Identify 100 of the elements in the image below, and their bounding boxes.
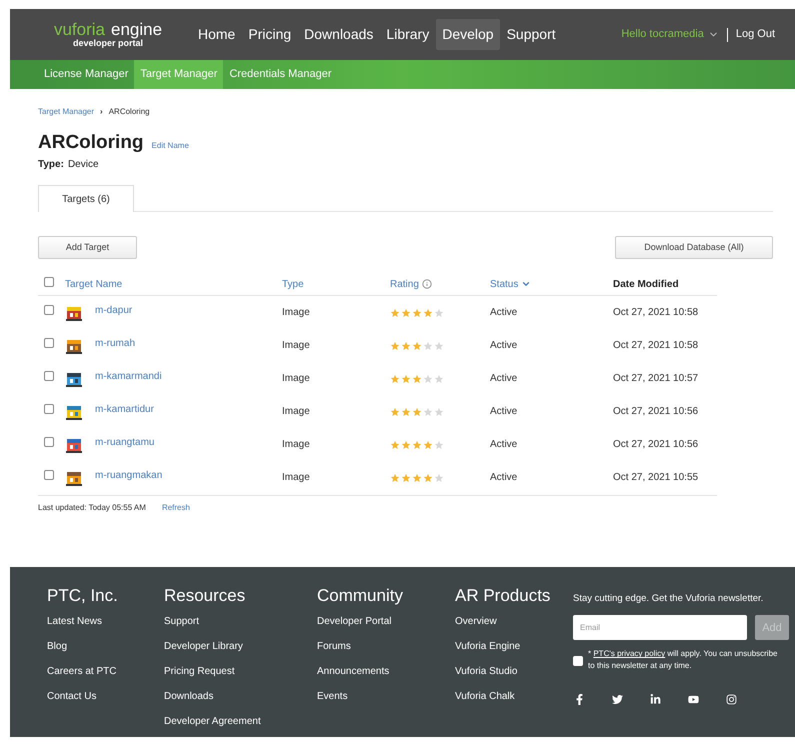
star-icon: [434, 374, 444, 384]
breadcrumb-link[interactable]: Target Manager: [38, 106, 94, 118]
star-icon: [401, 440, 411, 450]
column-header[interactable]: Target Name: [65, 276, 122, 292]
sort-icon[interactable]: [521, 279, 532, 289]
target-name-link[interactable]: m-rumah: [95, 336, 136, 350]
star-icon: [390, 340, 400, 350]
footer-link[interactable]: Vuforia Engine: [455, 639, 573, 655]
checkbox[interactable]: [44, 371, 54, 381]
logo-subtitle: developer portal: [72, 39, 144, 48]
user-menu[interactable]: Hello tocramedia: [621, 26, 704, 43]
newsletter-consent-text: * PTC's privacy policy will apply. You can unsubscribe to this newsletter at any time.: [588, 648, 778, 672]
logo-text: vuforia: [54, 21, 105, 38]
download-database-button[interactable]: Download Database (All): [615, 236, 773, 259]
edit-name-link[interactable]: Edit Name: [152, 140, 189, 152]
star-icon: [390, 308, 400, 318]
type-value: Device: [68, 158, 99, 172]
footer-link[interactable]: Announcements: [317, 664, 455, 680]
target-name-link[interactable]: m-dapur: [95, 302, 132, 318]
footer-link[interactable]: Developer Library: [164, 639, 317, 655]
footer-link[interactable]: Downloads: [164, 689, 317, 705]
footer-link[interactable]: Pricing Request: [164, 664, 317, 680]
star-icon: [401, 374, 411, 384]
footer-link[interactable]: Vuforia Chalk: [455, 689, 573, 705]
star-icon: [434, 308, 444, 318]
table-cell-text: Oct 27, 2021 10:57: [613, 372, 700, 386]
table-cell-text: Active: [490, 372, 518, 386]
nav-link[interactable]: Support: [500, 19, 562, 50]
star-icon: [423, 308, 433, 318]
table-cell-text: Oct 27, 2021 10:56: [613, 405, 700, 419]
star-icon: [423, 406, 433, 416]
linkedin-icon[interactable]: [650, 694, 661, 706]
add-target-button[interactable]: Add Target: [38, 236, 137, 259]
sub-nav-link[interactable]: License Manager: [38, 60, 134, 89]
star-icon: [412, 340, 422, 350]
nav-link[interactable]: Develop: [436, 19, 500, 50]
target-name-link[interactable]: m-ruangmakan: [95, 468, 162, 482]
nav-link[interactable]: Pricing: [242, 19, 298, 50]
checkbox[interactable]: [44, 437, 54, 447]
checkbox[interactable]: [44, 305, 54, 315]
star-icon: [412, 472, 422, 482]
footer-heading: Resources: [164, 586, 246, 606]
table-cell-text: Active: [490, 438, 518, 452]
star-icon: [423, 440, 433, 450]
footer-link[interactable]: Blog: [47, 639, 164, 655]
table-cell-text: Image: [282, 372, 311, 386]
newsletter-heading: Stay cutting edge. Get the Vuforia newsletter.: [573, 592, 764, 606]
facebook-icon[interactable]: [574, 694, 585, 706]
privacy-policy-link[interactable]: PTC's privacy policy: [593, 649, 666, 658]
star-icon: [390, 472, 400, 482]
footer-link[interactable]: Developer Portal: [317, 614, 455, 630]
checkbox[interactable]: [44, 338, 54, 348]
target-name-link[interactable]: m-kamartidur: [95, 402, 154, 416]
star-icon: [401, 472, 411, 482]
nav-link[interactable]: Downloads: [298, 19, 380, 50]
footer-heading: AR Products: [455, 586, 552, 606]
checkbox[interactable]: [44, 276, 54, 286]
checkbox[interactable]: [44, 404, 54, 414]
nav-link[interactable]: Home: [192, 19, 242, 50]
footer-link[interactable]: Support: [164, 614, 317, 630]
star-icon: [434, 340, 444, 350]
footer-heading: PTC, Inc.: [47, 586, 119, 606]
instagram-icon[interactable]: [726, 694, 737, 706]
footer-link[interactable]: Forums: [317, 639, 455, 655]
refresh-link[interactable]: Refresh: [162, 502, 190, 514]
star-icon: [401, 406, 411, 416]
column-header[interactable]: Rating: [390, 276, 419, 292]
star-icon: [412, 440, 422, 450]
column-header[interactable]: Date Modified: [613, 276, 679, 292]
target-name-link[interactable]: m-kamarmandi: [95, 368, 162, 384]
tab[interactable]: Targets (6): [38, 185, 134, 212]
checkbox[interactable]: [44, 470, 54, 480]
star-icon: [401, 340, 411, 350]
youtube-icon[interactable]: [688, 694, 699, 706]
type-label: Type:: [38, 158, 64, 172]
table-cell-text: Image: [282, 339, 311, 353]
star-icon: [390, 374, 400, 384]
table-cell-text: Oct 27, 2021 10:58: [613, 306, 700, 320]
column-header[interactable]: Type: [282, 276, 304, 292]
last-updated-text: Last updated: Today 05:55 AM: [38, 502, 146, 514]
footer-link[interactable]: Careers at PTC: [47, 664, 164, 680]
logout-link[interactable]: Log Out: [736, 26, 775, 43]
column-header[interactable]: Status: [490, 276, 518, 292]
footer-link[interactable]: Latest News: [47, 614, 164, 630]
info-icon: [422, 279, 432, 289]
footer-link[interactable]: Events: [317, 689, 455, 705]
nav-link[interactable]: Library: [380, 19, 436, 50]
star-icon: [423, 340, 433, 350]
logo-text: engine: [110, 21, 162, 38]
footer-link[interactable]: Contact Us: [47, 689, 164, 705]
twitter-icon[interactable]: [612, 694, 623, 706]
target-name-link[interactable]: m-ruangtamu: [95, 434, 154, 450]
table-cell-text: Oct 27, 2021 10:56: [613, 438, 700, 452]
database-title: ARColoring: [38, 133, 144, 152]
breadcrumb-separator: ›: [100, 106, 103, 118]
footer-link[interactable]: Developer Agreement: [164, 714, 317, 730]
footer-link[interactable]: Vuforia Studio: [455, 664, 573, 680]
email-field[interactable]: Email: [573, 615, 747, 640]
star-icon: [423, 472, 433, 482]
footer-link[interactable]: Overview: [455, 614, 573, 630]
